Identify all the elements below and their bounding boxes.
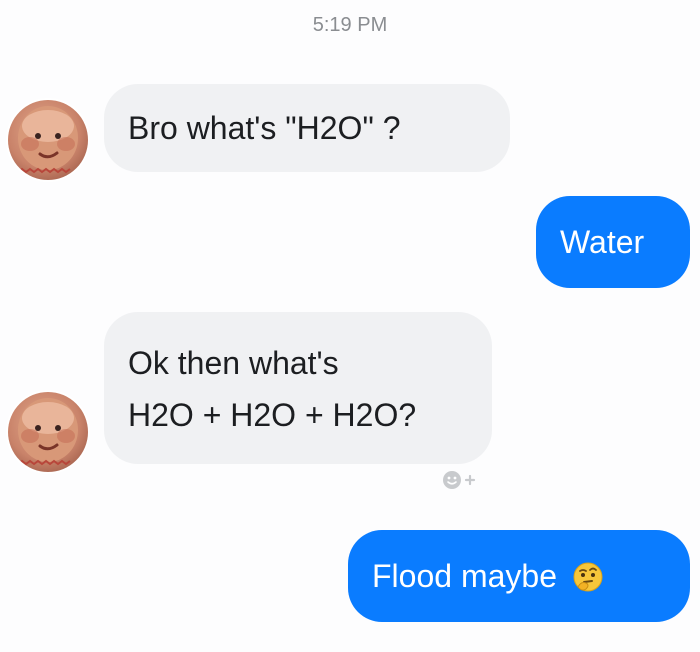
add-reaction-icon[interactable] — [440, 468, 476, 492]
chat-thread: 5:19 PM Bro what's "H2O" ? Water Ok then… — [0, 0, 700, 652]
message-text: Flood maybe — [372, 558, 557, 594]
message-text: Bro what's "H2O" ? — [128, 110, 401, 146]
incoming-message-bubble[interactable]: Bro what's "H2O" ? — [104, 84, 510, 172]
outgoing-message-bubble[interactable]: Flood maybe — [348, 530, 690, 622]
message-text-line: H2O + H2O + H2O? — [128, 397, 417, 433]
baby-face-avatar-icon — [14, 106, 82, 180]
message-text-line: Ok then what's — [128, 345, 339, 381]
thinking-face-emoji-icon — [572, 559, 604, 592]
incoming-message-bubble[interactable]: Ok then what's H2O + H2O + H2O? — [104, 312, 492, 464]
message-timestamp: 5:19 PM — [312, 14, 388, 36]
message-text: Water — [560, 224, 645, 260]
baby-face-avatar-icon — [14, 398, 82, 472]
sender-avatar[interactable] — [8, 100, 88, 180]
sender-avatar[interactable] — [8, 392, 88, 472]
outgoing-message-bubble[interactable]: Water — [536, 196, 690, 288]
